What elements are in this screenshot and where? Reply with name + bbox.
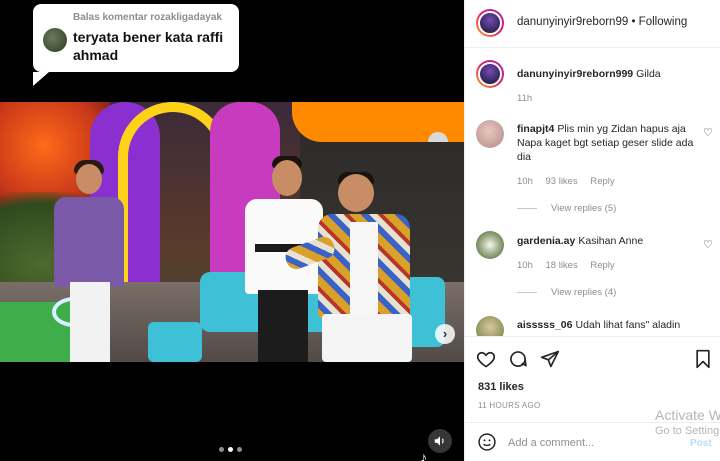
reply-avatar: [43, 28, 67, 52]
comment-text: finapjt4 Plis min yg Zidan hapus aja Napa…: [517, 122, 697, 164]
post-actions-bar: [465, 336, 720, 380]
comment-text: aisssss_06 Udah lihat fans" aladin: [517, 318, 697, 332]
blue-stool: [148, 322, 202, 362]
add-comment-bar: Add a comment... Post: [465, 422, 720, 461]
comment-item: aisssss_06 Udah lihat fans" aladin: [465, 316, 720, 336]
comment-meta: 10h 93 likes Reply: [517, 176, 625, 187]
caption-text: danunyinyir9reborn999 Gilda: [517, 67, 697, 81]
post-comment-button[interactable]: Post: [690, 438, 712, 449]
reply-button[interactable]: Reply: [590, 176, 614, 187]
reply-button[interactable]: Reply: [590, 260, 614, 271]
comment-like-heart-icon[interactable]: ♡: [703, 126, 713, 139]
post-media: › Balas komentar rozakligadayak teryata …: [0, 0, 464, 461]
commenter-avatar[interactable]: [476, 231, 504, 259]
comment-item: gardenia.ay Kasihan Anne ♡ 10h 18 likes R…: [465, 231, 720, 311]
commenter-username[interactable]: aisssss_06: [517, 319, 572, 331]
comment-like-heart-icon[interactable]: ♡: [703, 238, 713, 251]
bookmark-icon[interactable]: [692, 348, 714, 370]
view-replies-label: View replies (4): [551, 287, 617, 298]
author-username[interactable]: danunyinyir9reborn99: [517, 16, 628, 28]
commenter-username[interactable]: gardenia.ay: [517, 235, 575, 247]
person-3-head: [338, 174, 374, 212]
view-replies-label: View replies (5): [551, 203, 617, 214]
carousel-dots: [219, 447, 242, 452]
separator: •: [628, 16, 639, 28]
person-1-pants: [70, 282, 110, 362]
person-2-head: [272, 160, 302, 196]
caption-username[interactable]: danunyinyir9reborn999: [517, 68, 633, 80]
post-timestamp: 11 HOURS AGO: [478, 401, 541, 410]
following-button[interactable]: Following: [639, 16, 688, 28]
comment-likes[interactable]: 93 likes: [546, 176, 578, 187]
post-header: danunyinyir9reborn99 • Following: [465, 0, 720, 48]
emoji-icon[interactable]: [477, 432, 497, 457]
person-3-pants: [322, 314, 412, 362]
reply-label: Balas komentar rozakligadayak: [73, 12, 222, 23]
video-frame[interactable]: ›: [0, 102, 464, 362]
person-2-pants: [258, 290, 308, 362]
comment-likes[interactable]: 18 likes: [546, 260, 578, 271]
comment-time: 10h: [517, 260, 533, 271]
caption-item: danunyinyir9reborn999 Gilda 11h: [465, 58, 720, 108]
view-replies-button[interactable]: View replies (4): [517, 287, 616, 298]
comment-body: Udah lihat fans" aladin: [575, 319, 681, 331]
author-avatar[interactable]: [476, 9, 504, 37]
comment-body: Kasihan Anne: [578, 235, 644, 247]
heart-icon[interactable]: [475, 348, 497, 370]
comments-scroll-area[interactable]: danunyinyir9reborn999 Gilda 11h finapjt4 P…: [465, 48, 720, 336]
likes-count[interactable]: 831 likes: [478, 381, 524, 393]
view-replies-button[interactable]: View replies (5): [517, 203, 616, 214]
comment-icon[interactable]: [507, 348, 529, 370]
comment-item: finapjt4 Plis min yg Zidan hapus aja Napa…: [465, 120, 720, 220]
carousel-dot-active: [228, 447, 233, 452]
commenter-avatar[interactable]: [476, 316, 504, 336]
add-comment-input[interactable]: Add a comment...: [508, 437, 594, 449]
comment-meta: 10h 18 likes Reply: [517, 260, 625, 271]
author-username-row: danunyinyir9reborn99 • Following: [517, 16, 687, 28]
person-1-head: [76, 164, 102, 194]
paper-plane-icon[interactable]: [539, 348, 561, 370]
post-side-panel: danunyinyir9reborn99 • Following danunyi…: [464, 0, 720, 461]
caption-body: Gilda: [636, 68, 661, 80]
reply-comment-sticker: Balas komentar rozakligadayak teryata be…: [33, 4, 239, 86]
caption-time: 11h: [517, 93, 533, 104]
carousel-dot: [219, 447, 224, 452]
commenter-username[interactable]: finapjt4: [517, 123, 554, 135]
comment-time: 10h: [517, 176, 533, 187]
caption-meta: 11h: [517, 93, 542, 104]
caption-avatar[interactable]: [476, 60, 504, 88]
speaker-icon-svg: [434, 436, 444, 446]
tiktok-logo-icon: ♪: [420, 449, 427, 461]
person-1-jacket: [54, 197, 124, 287]
comment-text: gardenia.ay Kasihan Anne: [517, 234, 697, 248]
watermark-line-1: Activate W: [655, 407, 720, 423]
reply-text: teryata bener kata raffi ahmad: [73, 29, 224, 63]
commenter-avatar[interactable]: [476, 120, 504, 148]
carousel-next-button[interactable]: ›: [435, 324, 455, 344]
carousel-dot: [237, 447, 242, 452]
person-3-shirt: [350, 222, 378, 318]
